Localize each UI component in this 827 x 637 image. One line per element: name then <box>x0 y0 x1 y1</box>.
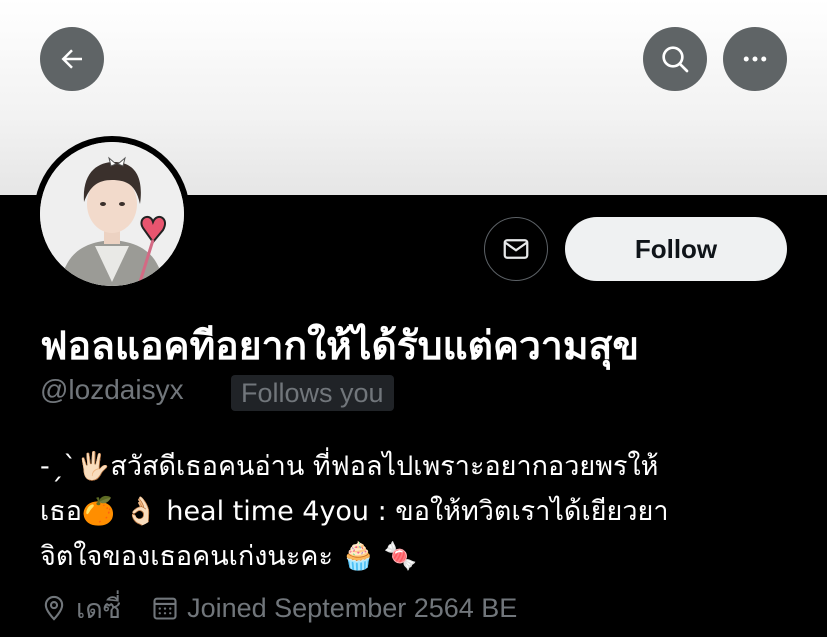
display-name: ฟอลแอคทีอยากให้ได้รับแต่ความสุข <box>40 324 639 369</box>
avatar[interactable] <box>40 142 184 286</box>
joined-text: Joined September 2564 BE <box>187 592 518 623</box>
follows-you-badge: Follows you <box>231 375 394 411</box>
search-button[interactable] <box>643 27 707 91</box>
avatar-border <box>34 136 190 292</box>
more-horizontal-icon <box>743 56 767 62</box>
bio-line: เธอ🍊 👌🏻 heal time 4you : ขอให้ทวิตเราได้… <box>40 496 669 527</box>
handle: @lozdaisyx <box>40 374 184 405</box>
joined-date: Joined September 2564 BE <box>151 593 517 624</box>
calendar-icon <box>153 597 177 620</box>
location-pin-icon <box>44 595 64 621</box>
arrow-left-icon <box>61 49 82 69</box>
envelope-icon <box>503 239 529 259</box>
location: เดซี่ <box>40 587 121 630</box>
back-button[interactable] <box>40 27 104 91</box>
bio: -ˏˋ🖐🏻สวัสดีเธอคนอ่าน ที่ฟอลไปเพราะอยากอว… <box>40 444 800 579</box>
search-icon <box>662 46 689 73</box>
bio-line: จิตใจของเธอคนเก่งนะคะ 🧁 🍬 <box>40 541 418 572</box>
location-text: เดซี่ <box>76 593 122 624</box>
profile-meta: เดซี่ Joined September 2564 BE <box>40 588 517 628</box>
bio-line: -ˏˋ🖐🏻สวัสดีเธอคนอ่าน ที่ฟอลไปเพราะอยากอว… <box>40 451 659 482</box>
message-button[interactable] <box>484 217 548 281</box>
more-button[interactable] <box>723 27 787 91</box>
avatar-photo <box>40 142 184 286</box>
follow-button[interactable]: Follow <box>565 217 787 281</box>
